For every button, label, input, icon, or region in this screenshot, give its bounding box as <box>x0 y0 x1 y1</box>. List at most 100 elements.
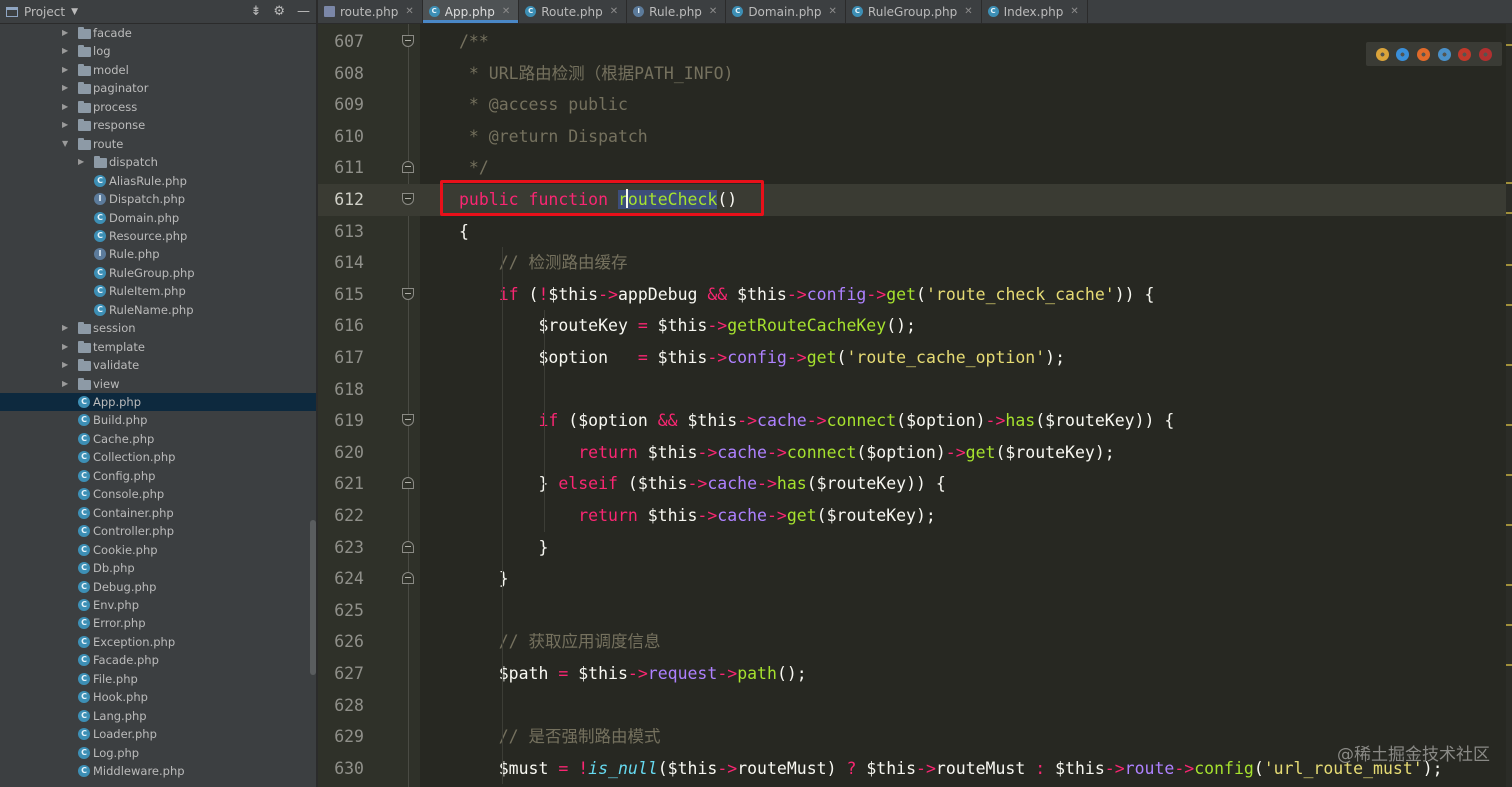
tab-domain[interactable]: C Domain.php ✕ <box>726 0 846 23</box>
gear-icon[interactable]: ⚙ <box>273 4 285 19</box>
stripe-mark[interactable] <box>1506 474 1512 476</box>
tree-file[interactable]: C Config.php <box>0 467 316 485</box>
code-line[interactable]: 628 <box>318 690 1512 722</box>
tree-folder[interactable]: ▼ route <box>0 135 316 153</box>
tree-file[interactable]: C Container.php <box>0 504 316 522</box>
stripe-mark[interactable] <box>1506 44 1512 46</box>
fold-collapse-icon[interactable] <box>402 414 414 427</box>
stripe-mark[interactable] <box>1506 264 1512 266</box>
tree-file[interactable]: C RuleItem.php <box>0 282 316 300</box>
code-line[interactable]: 619 if ($option && $this->cache->connect… <box>318 405 1512 437</box>
tree-file[interactable]: C App.php <box>0 393 316 412</box>
tree-file[interactable]: C Lang.php <box>0 707 316 725</box>
fold-end-icon[interactable] <box>402 477 414 490</box>
tree-file[interactable]: C Loader.php <box>0 725 316 743</box>
code-line[interactable]: 629 // 是否强制路由模式 <box>318 721 1512 753</box>
tree-folder[interactable]: ▶ session <box>0 319 316 337</box>
tree-folder[interactable]: ▶ template <box>0 338 316 356</box>
code-line[interactable]: 607 /** <box>318 26 1512 58</box>
chevron-right-icon[interactable]: ▶ <box>62 79 68 97</box>
tree-file[interactable]: C Env.php <box>0 596 316 614</box>
tree-folder[interactable]: ▶ facade <box>0 24 316 42</box>
close-icon[interactable]: ✕ <box>829 6 837 17</box>
tree-file[interactable]: C Console.php <box>0 485 316 503</box>
tree-folder[interactable]: ▶ process <box>0 98 316 116</box>
tree-file[interactable]: C File.php <box>0 670 316 688</box>
chevron-right-icon[interactable]: ▶ <box>62 98 68 116</box>
tree-file[interactable]: I Dispatch.php <box>0 190 316 208</box>
tree-folder[interactable]: ▶ validate <box>0 356 316 374</box>
chevron-right-icon[interactable]: ▶ <box>62 375 68 393</box>
tab-app[interactable]: C App.php ✕ <box>422 0 520 23</box>
code-editor[interactable]: 607/** 608 * URL路由检测（根据PATH_INFO) 609 * @a… <box>318 24 1512 787</box>
chevron-right-icon[interactable]: ▶ <box>62 116 68 134</box>
fold-collapse-icon[interactable] <box>402 287 414 300</box>
tree-file[interactable]: C Log.php <box>0 744 316 762</box>
opera-icon[interactable] <box>1458 47 1472 61</box>
fold-end-icon[interactable] <box>402 161 414 174</box>
stripe-mark[interactable] <box>1506 424 1512 426</box>
tab-route[interactable]: route.php ✕ <box>318 0 423 23</box>
tree-file[interactable]: C RuleName.php <box>0 301 316 319</box>
tree-folder[interactable]: ▶ paginator <box>0 79 316 97</box>
firefox-icon[interactable] <box>1417 47 1431 61</box>
code-line[interactable]: 627 $path = $this->request->path(); <box>318 658 1512 690</box>
code-line[interactable]: 608 * URL路由检测（根据PATH_INFO) <box>318 58 1512 90</box>
tree-folder[interactable]: ▶ dispatch <box>0 153 316 171</box>
code-line[interactable]: 616 $routeKey = $this->getRouteCacheKey(… <box>318 310 1512 342</box>
stripe-mark[interactable] <box>1506 664 1512 666</box>
tree-folder[interactable]: ▶ response <box>0 116 316 134</box>
code-line[interactable]: 614 // 检测路由缓存 <box>318 247 1512 279</box>
close-icon[interactable]: ✕ <box>709 6 717 17</box>
tree-file[interactable]: C RuleGroup.php <box>0 264 316 282</box>
chevron-right-icon[interactable]: ▶ <box>62 24 68 42</box>
stripe-mark[interactable] <box>1506 212 1512 214</box>
fold-end-icon[interactable] <box>402 572 414 585</box>
code-line[interactable]: 630 $must = !is_null($this->routeMust) ?… <box>318 753 1512 785</box>
chevron-down-icon[interactable]: ▼ <box>62 135 68 153</box>
code-line[interactable]: 620 return $this->cache->connect($option… <box>318 437 1512 469</box>
tree-folder[interactable]: ▶ log <box>0 42 316 60</box>
tree-file[interactable]: C Hook.php <box>0 688 316 706</box>
tree-file[interactable]: C Error.php <box>0 614 316 632</box>
fold-collapse-icon[interactable] <box>402 35 414 47</box>
safari-icon[interactable] <box>1437 47 1451 61</box>
chevron-right-icon[interactable]: ▶ <box>62 319 68 337</box>
code-line[interactable]: 610 * @return Dispatch <box>318 121 1512 153</box>
chrome-icon[interactable] <box>1375 47 1389 61</box>
tree-file[interactable]: I Rule.php <box>0 245 316 263</box>
tab-index[interactable]: C Index.php ✕ <box>982 0 1088 23</box>
tab-rulegroup[interactable]: C RuleGroup.php ✕ <box>846 0 982 23</box>
code-line[interactable]: 626 // 获取应用调度信息 <box>318 626 1512 658</box>
code-line[interactable]: 618 <box>318 374 1512 406</box>
code-line[interactable]: 622 return $this->cache->get($routeKey); <box>318 500 1512 532</box>
tree-folder[interactable]: ▶ model <box>0 61 316 79</box>
ie-icon[interactable] <box>1396 47 1410 61</box>
chevron-down-icon[interactable]: ▼ <box>71 7 78 17</box>
fold-collapse-icon[interactable] <box>402 193 414 205</box>
close-icon[interactable]: ✕ <box>610 6 618 17</box>
tree-file[interactable]: C AliasRule.php <box>0 172 316 190</box>
chevron-right-icon[interactable]: ▶ <box>78 153 84 171</box>
tree-file[interactable]: C Domain.php <box>0 209 316 227</box>
tab-route[interactable]: C Route.php ✕ <box>519 0 628 23</box>
code-line[interactable]: 617 $option = $this->config->get('route_… <box>318 342 1512 374</box>
stripe-mark[interactable] <box>1506 624 1512 626</box>
close-icon[interactable]: ✕ <box>964 6 972 17</box>
collapse-all-icon[interactable]: ⇟ <box>250 4 261 19</box>
chevron-right-icon[interactable]: ▶ <box>62 356 68 374</box>
opera-alt-icon[interactable] <box>1479 47 1493 61</box>
stripe-mark[interactable] <box>1506 364 1512 366</box>
tree-file[interactable]: C Db.php <box>0 559 316 577</box>
code-line[interactable]: 615 if (!$this->appDebug && $this->confi… <box>318 279 1512 311</box>
close-icon[interactable]: ✕ <box>1070 6 1078 17</box>
chevron-right-icon[interactable]: ▶ <box>62 61 68 79</box>
tree-file[interactable]: C Collection.php <box>0 448 316 466</box>
error-stripe[interactable] <box>1506 24 1512 787</box>
tree-file[interactable]: C Controller.php <box>0 522 316 540</box>
code-line[interactable]: 613 { <box>318 216 1512 248</box>
close-icon[interactable]: ✕ <box>405 6 413 17</box>
stripe-mark[interactable] <box>1506 584 1512 586</box>
chevron-right-icon[interactable]: ▶ <box>62 338 68 356</box>
code-line[interactable]: 609 * @access public <box>318 89 1512 121</box>
